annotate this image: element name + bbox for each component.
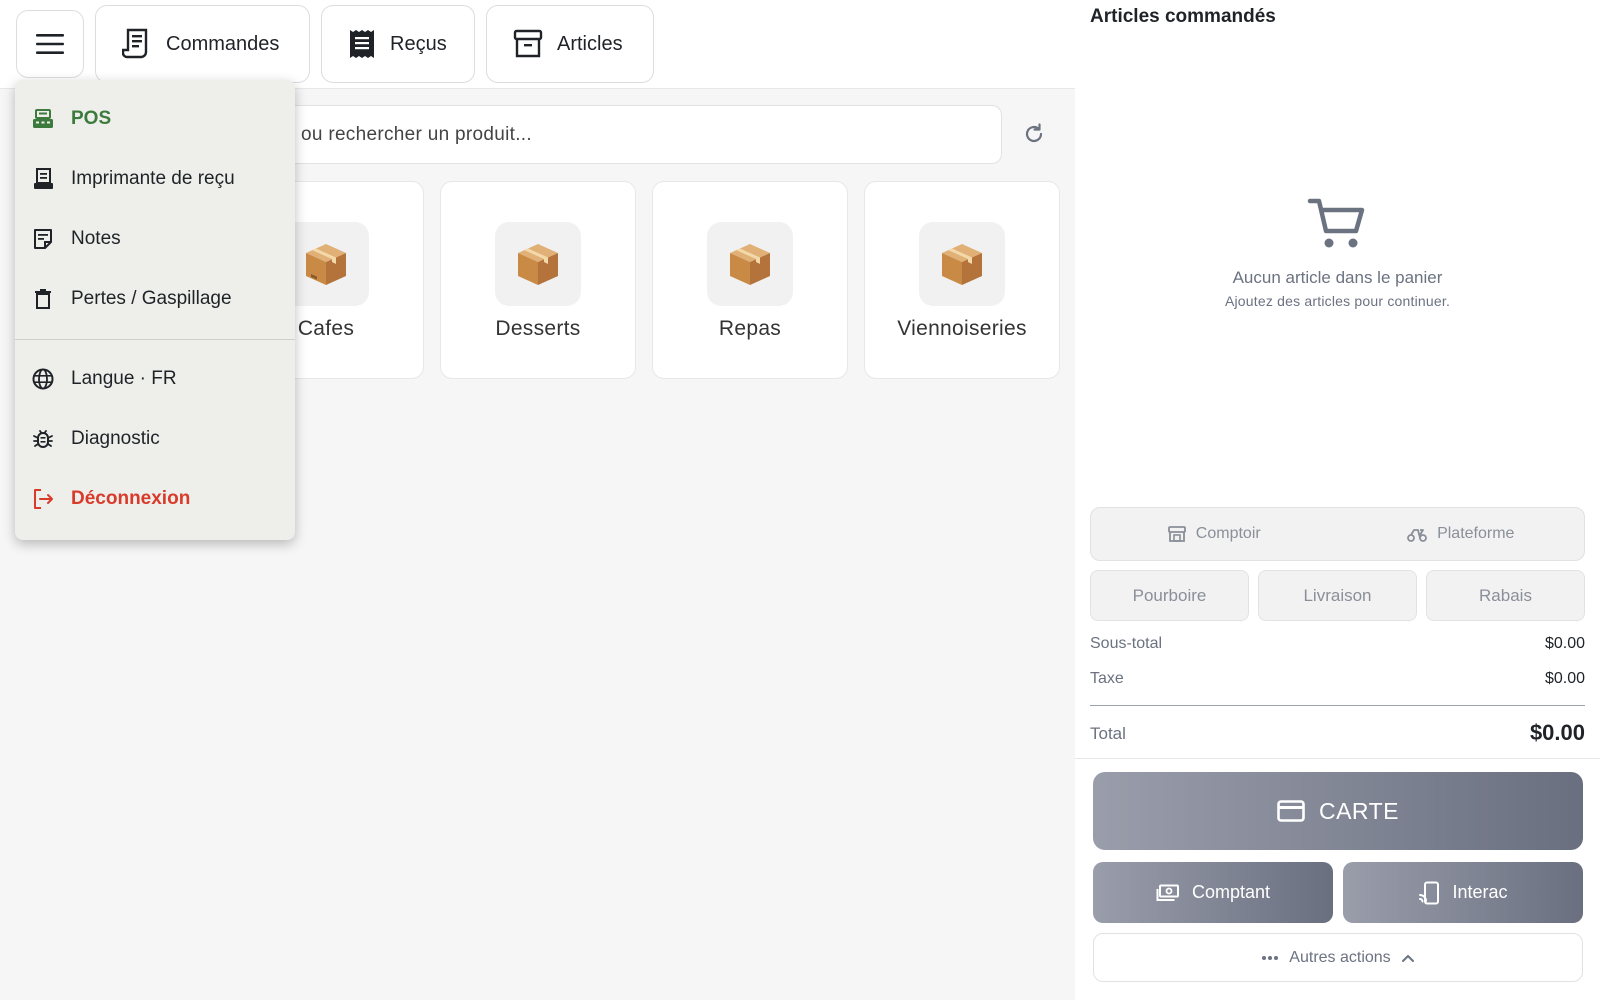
archive-box-icon xyxy=(513,29,543,58)
credit-card-icon xyxy=(1277,800,1305,822)
menu-item-waste[interactable]: Pertes / Gaspillage xyxy=(15,274,295,324)
tip-button[interactable]: Pourboire xyxy=(1090,570,1249,621)
nav-articles-button[interactable]: Articles xyxy=(486,5,654,83)
mode-counter-label: Comptoir xyxy=(1195,525,1261,542)
discount-label: Rabais xyxy=(1479,585,1532,605)
package-icon xyxy=(306,244,346,285)
category-label: Viennoiseries xyxy=(897,317,1027,340)
mode-platform-option[interactable]: Plateforme xyxy=(1338,508,1585,560)
nav-receipts-label: Reçus xyxy=(390,32,447,55)
globe-icon xyxy=(32,368,54,390)
more-actions-button[interactable]: Autres actions xyxy=(1093,933,1583,982)
delivery-scooter-icon xyxy=(1407,529,1427,542)
category-tile xyxy=(919,222,1005,306)
mode-counter-option[interactable]: Comptoir xyxy=(1091,508,1338,560)
menu-item-label: Déconnexion xyxy=(71,488,191,509)
menu-item-notes[interactable]: Notes xyxy=(15,214,295,264)
tax-value: $0.00 xyxy=(1544,670,1585,687)
subtotal-value: $0.00 xyxy=(1544,635,1585,652)
cash-icon xyxy=(1156,884,1179,901)
cart-title: Articles commandés xyxy=(1090,6,1276,27)
logout-icon xyxy=(34,489,53,509)
menu-item-label: Pertes / Gaspillage xyxy=(71,288,232,309)
empty-cart-title: Aucun article dans le panier xyxy=(1232,268,1443,287)
tax-label: Taxe xyxy=(1090,670,1124,687)
category-card-viennoiseries[interactable]: Viennoiseries xyxy=(864,181,1060,379)
menu-item-diagnostic[interactable]: Diagnostic xyxy=(15,414,295,464)
top-bar: Commandes Reçus Articles xyxy=(0,0,1075,89)
menu-item-label: Langue · FR xyxy=(71,368,177,389)
category-tile xyxy=(707,222,793,306)
hamburger-icon xyxy=(36,34,64,54)
total-row: Total $0.00 xyxy=(1090,720,1585,746)
more-actions-label: Autres actions xyxy=(1289,948,1391,966)
total-label: Total xyxy=(1090,724,1126,743)
nav-articles-label: Articles xyxy=(557,32,623,55)
nav-orders-label: Commandes xyxy=(166,32,280,55)
refresh-button[interactable] xyxy=(1022,122,1046,146)
pos-main-area: Commandes Reçus Articles ou rechercher u… xyxy=(0,0,1075,1000)
tap-to-pay-icon xyxy=(1419,881,1440,904)
cash-register-icon xyxy=(33,109,53,128)
discount-button[interactable]: Rabais xyxy=(1426,570,1585,621)
tip-label: Pourboire xyxy=(1132,585,1207,605)
category-tile xyxy=(495,222,581,306)
total-value: $0.00 xyxy=(1529,720,1585,745)
receipt-icon xyxy=(350,30,374,58)
empty-cart-subtitle: Ajoutez des articles pour continuer. xyxy=(1224,293,1451,309)
pay-interac-button[interactable]: Interac xyxy=(1343,862,1583,923)
category-tile xyxy=(283,222,369,306)
trash-icon xyxy=(35,289,51,309)
receipt-printer-icon xyxy=(34,168,53,189)
totals-divider xyxy=(1090,705,1585,706)
category-card-desserts[interactable]: Desserts xyxy=(440,181,636,379)
menu-item-label: Imprimante de reçu xyxy=(71,168,235,189)
menu-item-logout[interactable]: Déconnexion xyxy=(15,474,295,524)
search-placeholder: ou rechercher un produit... xyxy=(301,123,532,145)
more-horizontal-icon xyxy=(1262,955,1279,960)
receipt-long-icon xyxy=(122,28,148,59)
subtotal-row: Sous-total $0.00 xyxy=(1090,635,1585,653)
package-icon xyxy=(730,244,770,285)
category-label: Repas xyxy=(718,317,782,340)
mode-platform-label: Plateforme xyxy=(1437,525,1515,542)
note-icon xyxy=(34,229,52,249)
pay-card-button[interactable]: CARTE xyxy=(1093,772,1583,850)
menu-item-pos[interactable]: POS xyxy=(15,94,295,144)
pay-cash-label: Comptant xyxy=(1191,882,1271,902)
menu-button[interactable] xyxy=(16,10,84,78)
tax-row: Taxe $0.00 xyxy=(1090,670,1585,688)
pay-cash-button[interactable]: Comptant xyxy=(1093,862,1333,923)
main-menu-dropdown: POS Imprimante de reçu Notes Pertes / Ga… xyxy=(15,80,295,540)
shopping-cart-icon xyxy=(1307,198,1365,248)
category-label: Desserts xyxy=(495,317,581,340)
storefront-icon xyxy=(1167,526,1186,542)
menu-item-label: POS xyxy=(71,108,112,129)
subtotal-label: Sous-total xyxy=(1090,635,1163,652)
package-icon xyxy=(518,244,558,285)
delivery-fee-button[interactable]: Livraison xyxy=(1258,570,1417,621)
pay-interac-label: Interac xyxy=(1452,882,1508,902)
cart-panel: Articles commandés Aucun article dans le… xyxy=(1075,0,1600,1000)
order-mode-selector: Comptoir Plateforme xyxy=(1090,507,1585,561)
refresh-icon xyxy=(1025,123,1043,143)
menu-item-label: Notes xyxy=(71,228,121,249)
delivery-label: Livraison xyxy=(1303,585,1372,605)
payment-divider xyxy=(1075,758,1600,759)
package-icon xyxy=(942,244,982,285)
menu-item-language[interactable]: Langue · FR xyxy=(15,354,295,404)
nav-orders-button[interactable]: Commandes xyxy=(95,5,310,83)
menu-divider xyxy=(15,339,295,340)
category-card-repas[interactable]: Repas xyxy=(652,181,848,379)
product-search-input[interactable]: ou rechercher un produit... xyxy=(240,105,1002,164)
bug-icon xyxy=(33,430,53,448)
menu-item-receipt-printer[interactable]: Imprimante de reçu xyxy=(15,154,295,204)
chevron-up-icon xyxy=(1401,954,1414,962)
pay-card-label: CARTE xyxy=(1318,797,1400,824)
menu-item-label: Diagnostic xyxy=(71,428,160,449)
nav-receipts-button[interactable]: Reçus xyxy=(321,5,475,83)
